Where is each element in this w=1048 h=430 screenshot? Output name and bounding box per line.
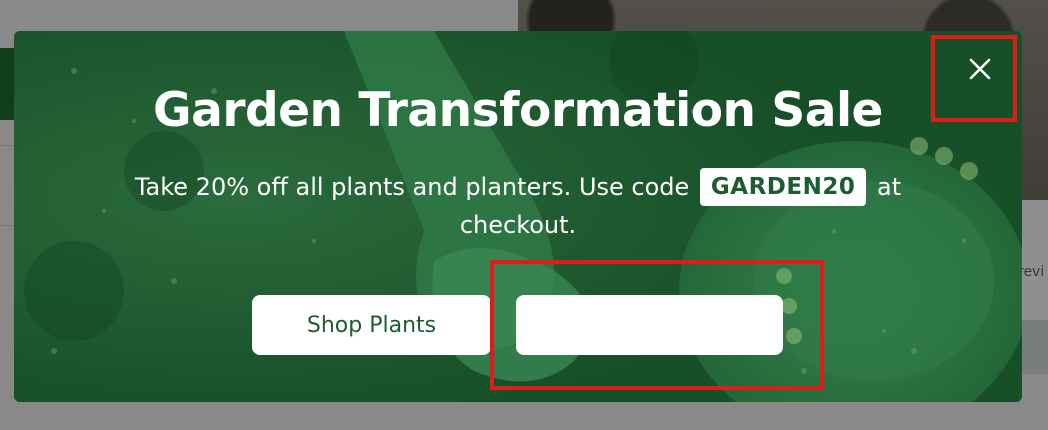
message-text: Take 20% off all plants and planters. Us… bbox=[134, 173, 690, 201]
modal-message: Take 20% off all plants and planters. Us… bbox=[94, 168, 942, 244]
promo-modal: Garden Transformation Sale Take 20% off … bbox=[14, 31, 1022, 402]
promo-code-badge: GARDEN20 bbox=[699, 168, 867, 206]
close-icon bbox=[969, 58, 991, 80]
shop-plants-button[interactable]: Shop Plants bbox=[252, 295, 491, 355]
message-text-end: at bbox=[877, 173, 902, 201]
modal-title: Garden Transformation Sale bbox=[153, 83, 883, 138]
secondary-button[interactable] bbox=[516, 295, 783, 355]
message-text-line2: checkout. bbox=[459, 211, 577, 239]
